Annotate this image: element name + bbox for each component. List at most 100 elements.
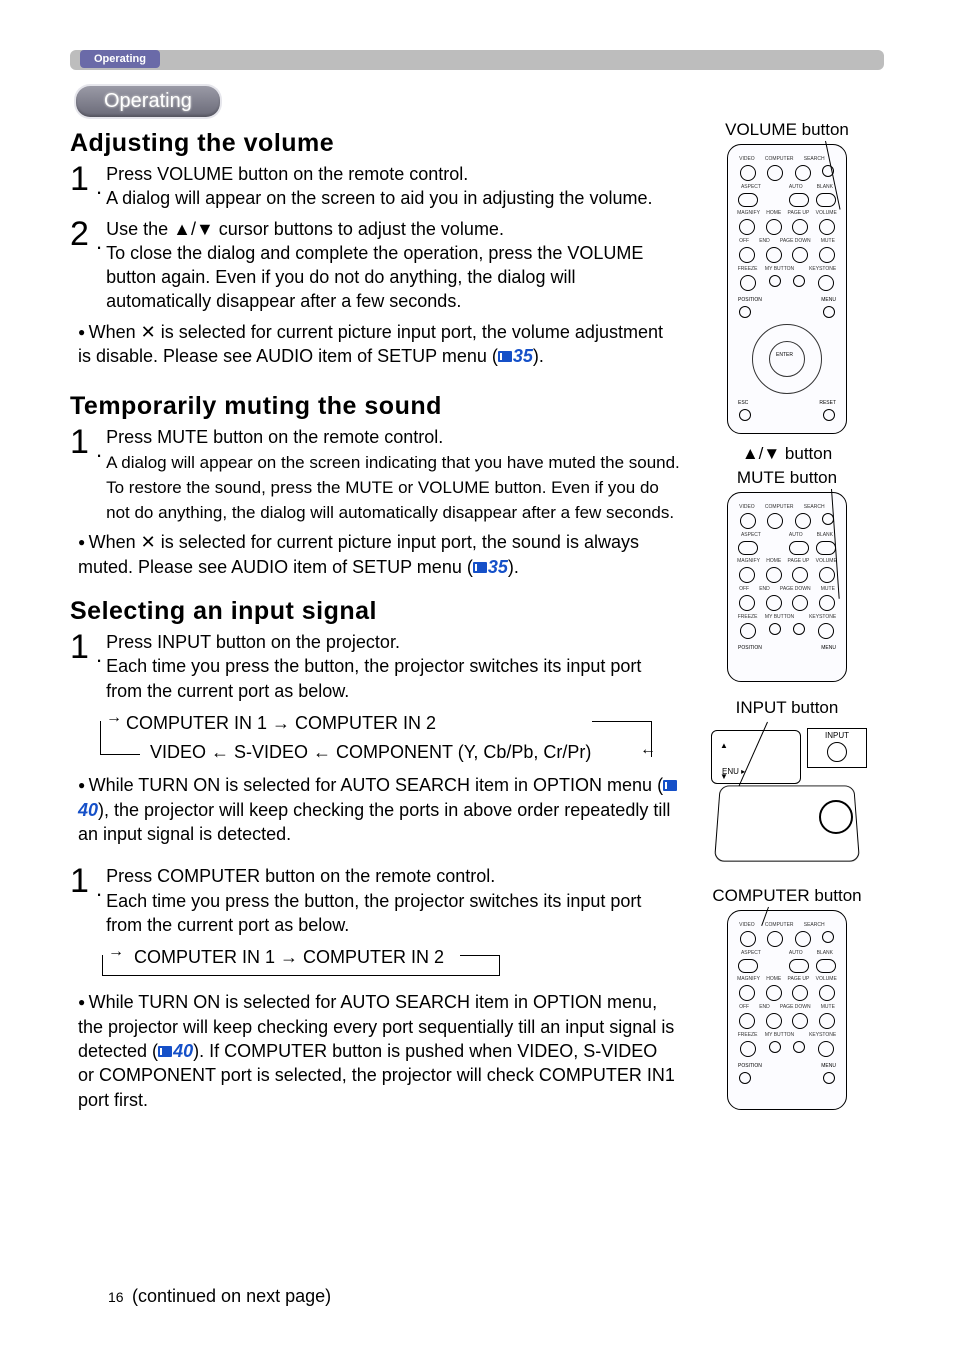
btn-label: MUTE [821, 1004, 835, 1010]
t: COMPUTER IN 1 → COMPUTER IN 2 [126, 713, 436, 733]
step-dot: . [96, 439, 102, 461]
t: ). [508, 557, 519, 577]
btn-label: MAGNIFY [737, 210, 760, 216]
page-ref: 40 [78, 800, 98, 820]
mute-step-1: 1 . Press MUTE button on the remote cont… [70, 425, 680, 524]
btn-label: VOLUME [816, 210, 837, 216]
book-icon [498, 351, 512, 362]
btn-label: MY BUTTON [765, 614, 794, 620]
book-icon [473, 562, 487, 573]
btn-label: AUTO [789, 184, 803, 190]
remote-control-illustration: VIDEOCOMPUTERSEARCH ASPECTAUTOBLANK MAGN… [727, 144, 847, 434]
volume-button-label: VOLUME button [692, 120, 882, 140]
mute-step1-line2: A dialog will appear on the screen indic… [106, 453, 680, 522]
page-number: 16 [108, 1289, 124, 1305]
btn-label: VIDEO [739, 156, 755, 162]
t: ), the projector will keep checking the … [78, 800, 670, 844]
btn-label: MY BUTTON [765, 1032, 794, 1038]
btn-label: ASPECT [741, 950, 761, 956]
flow-line: COMPUTER IN 1 → COMPUTER IN 2 [100, 943, 500, 972]
page-ref: 40 [173, 1041, 193, 1061]
btn-label: MY BUTTON [765, 266, 794, 272]
computer-bullet: While TURN ON is selected for AUTO SEARC… [78, 990, 678, 1111]
input-text: INPUT [825, 731, 849, 740]
btn-label: VIDEO [739, 504, 755, 510]
btn-label: PAGE UP [788, 210, 810, 216]
t: ). [533, 346, 544, 366]
btn-label: FREEZE [738, 1032, 758, 1038]
flow-line-1: COMPUTER IN 1 → COMPUTER IN 2 [100, 709, 640, 738]
btn-label: VOLUME [816, 558, 837, 564]
computer-step1-line2: Each time you press the button, the proj… [106, 891, 641, 935]
remote-control-illustration: VIDEOCOMPUTERSEARCH ASPECTAUTOBLANK MAGN… [727, 492, 847, 682]
mute-crossed-icon: ✕ [141, 322, 156, 342]
mute-bullet: When ✕ is selected for current picture i… [78, 530, 680, 579]
page-ref: 35 [488, 557, 508, 577]
header-bar: Operating [70, 50, 884, 70]
volume-step-2: 2 . Use the ▲/▼ cursor buttons to adjust… [70, 217, 680, 314]
btn-label: MUTE [821, 586, 835, 592]
input-step1-line2: Each time you press the button, the proj… [106, 656, 641, 700]
arrow-right-icon: → [106, 709, 122, 727]
btn-label: POSITION [738, 1063, 762, 1069]
volume-bullet: When ✕ is selected for current picture i… [78, 320, 680, 369]
btn-label: END [759, 238, 770, 244]
input-callout: INPUT [807, 728, 867, 768]
volume-step2-line2: To close the dialog and complete the ope… [106, 243, 643, 312]
btn-label: AUTO [789, 532, 803, 538]
volume-step-1: 1 . Press VOLUME button on the remote co… [70, 162, 680, 211]
btn-label: BLANK [817, 184, 833, 190]
section-pill: Operating [76, 86, 220, 117]
volume-step2-line1: Use the ▲/▼ cursor buttons to adjust the… [106, 219, 504, 239]
step-dot: . [96, 176, 102, 198]
btn-label: VOLUME [816, 976, 837, 982]
input-bullet: While TURN ON is selected for AUTO SEARC… [78, 773, 680, 846]
book-icon [158, 1046, 172, 1057]
btn-label: OFF [739, 586, 749, 592]
input-step1-line1: Press INPUT button on the projector. [106, 632, 400, 652]
btn-label: MENU [821, 645, 836, 651]
btn-label: HOME [766, 976, 781, 982]
t: is selected for current picture input po… [78, 532, 639, 576]
arrow-left-icon: ← [640, 741, 656, 759]
btn-label: PAGE UP [788, 558, 810, 564]
btn-label: HOME [766, 210, 781, 216]
continued-text: (continued on next page) [132, 1286, 331, 1307]
input-step-1: 1 . Press INPUT button on the projector.… [70, 630, 680, 703]
t: When [89, 322, 141, 342]
volume-step1-line1: Press VOLUME button on the remote contro… [106, 164, 468, 184]
btn-label: MUTE [821, 238, 835, 244]
btn-label: MENU [821, 1063, 836, 1069]
btn-label: POSITION [738, 645, 762, 651]
mute-crossed-icon: ✕ [141, 532, 156, 552]
btn-label: END [759, 586, 770, 592]
step-dot: . [96, 644, 102, 666]
btn-label: PAGE UP [788, 976, 810, 982]
input-flow-diagram: → COMPUTER IN 1 → COMPUTER IN 2 ← VIDEO … [90, 709, 650, 767]
btn-label: KEYSTONE [809, 1032, 836, 1038]
btn-label: POSITION [738, 297, 762, 303]
heading-mute: Temporarily muting the sound [70, 392, 680, 421]
t: While TURN ON is selected for AUTO SEARC… [89, 775, 663, 795]
dpad-icon: ENTER [752, 324, 822, 394]
btn-label: MAGNIFY [737, 976, 760, 982]
computer-step-1: 1 . Press COMPUTER button on the remote … [70, 864, 680, 937]
arrows-button-label: ▲/▼ button [692, 444, 882, 464]
btn-label: ASPECT [741, 184, 761, 190]
btn-label: ESC [738, 400, 748, 406]
btn-label: ASPECT [741, 532, 761, 538]
btn-label: FREEZE [738, 614, 758, 620]
btn-label: BLANK [817, 532, 833, 538]
btn-label: PAGE DOWN [780, 586, 811, 592]
heading-input: Selecting an input signal [70, 597, 680, 626]
btn-label: OFF [739, 238, 749, 244]
btn-label: BLANK [817, 950, 833, 956]
arrow-right-icon: → [108, 943, 124, 961]
btn-label: VIDEO [739, 922, 755, 928]
step-dot: . [96, 878, 102, 900]
mute-step1-line1: Press MUTE button on the remote control. [106, 427, 443, 447]
header-tab: Operating [80, 50, 160, 68]
mute-button-label: MUTE button [692, 468, 882, 488]
btn-label: FREEZE [738, 266, 758, 272]
projector-illustration: ENU ▸ ▲ ▼ INPUT [707, 722, 867, 872]
